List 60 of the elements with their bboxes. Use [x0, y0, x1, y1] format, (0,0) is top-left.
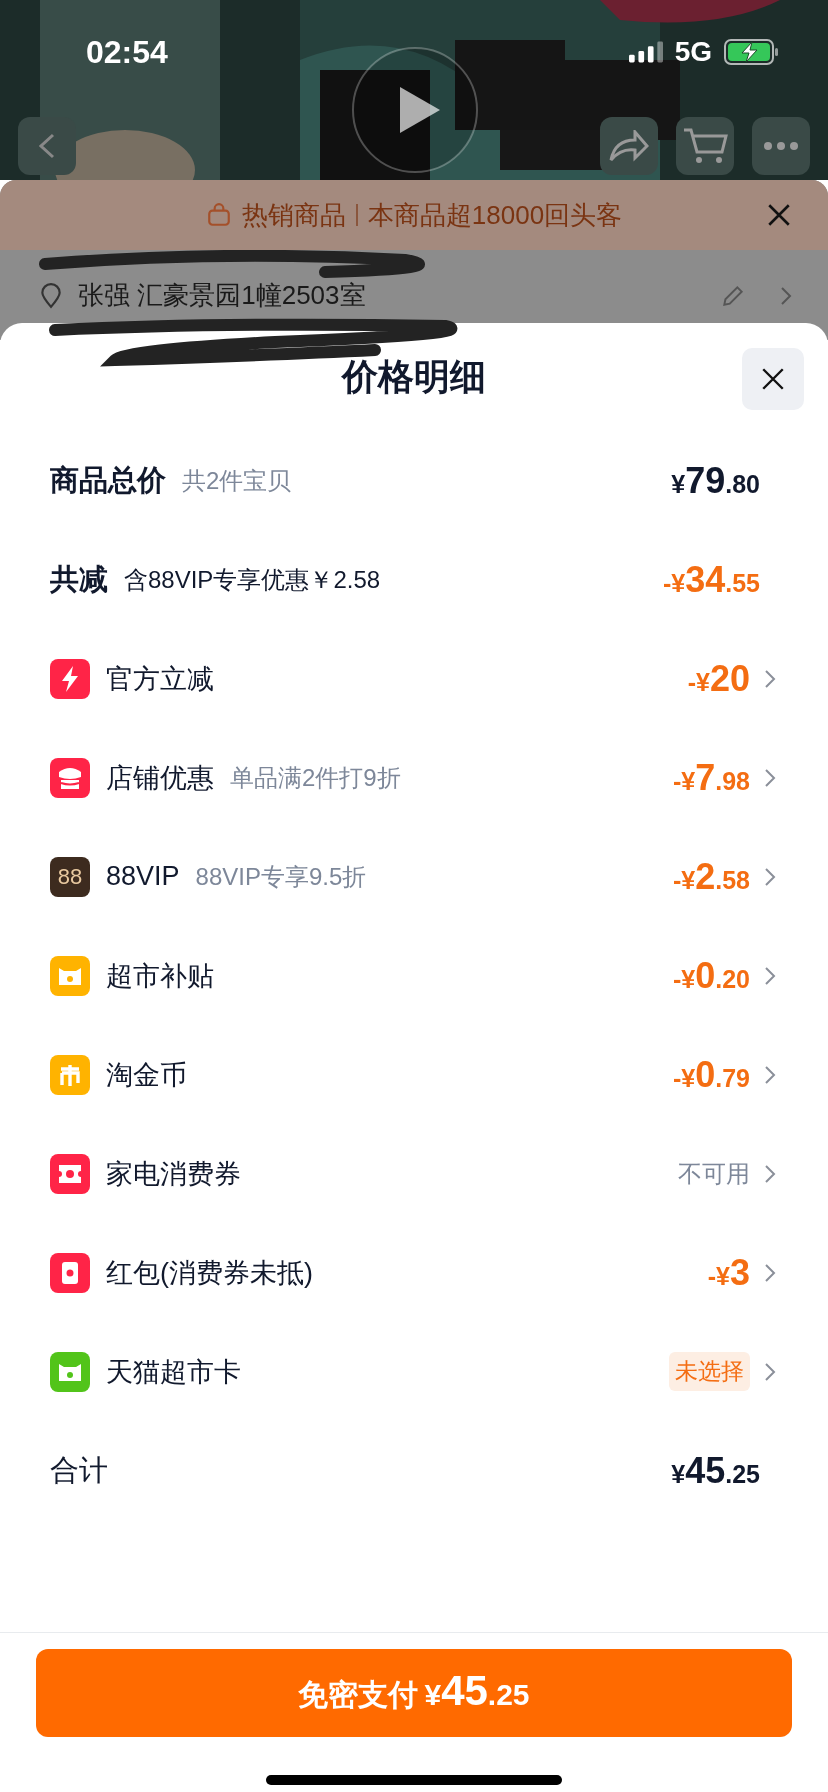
share-button[interactable] — [600, 117, 658, 175]
banner-label: 热销商品 — [241, 198, 346, 232]
row-label: 店铺优惠 — [106, 761, 214, 795]
amount-text: -¥2.58 — [672, 855, 750, 898]
chevron-right-icon — [780, 285, 792, 306]
vip-badge-icon: 88 — [50, 856, 90, 897]
address-bar[interactable]: 张强 汇豪景园1幢2503室 — [0, 250, 828, 313]
signal-icon — [628, 41, 663, 63]
status-time: 02:54 — [86, 34, 168, 71]
row-note: 共2件宝贝 — [182, 465, 292, 496]
chevron-right-icon[interactable] — [764, 767, 776, 788]
amount-text: -¥0.79 — [672, 1053, 750, 1096]
status-text: 不可用 — [678, 1158, 750, 1189]
amount-text: ¥79.80 — [671, 459, 760, 502]
close-icon[interactable] — [766, 202, 792, 228]
more-icon[interactable] — [763, 141, 799, 151]
chevron-right-icon[interactable] — [764, 1361, 776, 1382]
back-icon[interactable] — [39, 133, 55, 159]
row-label: 共减 — [50, 561, 108, 597]
row-note: 含88VIP专享优惠￥2.58 — [124, 564, 381, 595]
share-icon[interactable] — [609, 130, 649, 162]
chevron-right-icon[interactable] — [764, 1262, 776, 1283]
play-icon[interactable] — [350, 45, 480, 175]
sheet-title: 价格明细 — [342, 354, 486, 399]
chevron-right-icon[interactable] — [764, 668, 776, 689]
close-icon[interactable] — [760, 366, 786, 392]
row-label: 88VIP — [106, 861, 180, 892]
amount-text: -¥7.98 — [672, 756, 750, 799]
address-text: 张强 汇豪景园1幢2503室 — [78, 279, 366, 312]
row-label: 天猫超市卡 — [106, 1355, 241, 1389]
amount-text: -¥20 — [687, 657, 750, 700]
total-label: 合计 — [50, 1452, 108, 1488]
total-amount: ¥45.25 — [671, 1449, 760, 1492]
chevron-right-icon[interactable] — [764, 965, 776, 986]
bag-icon — [205, 202, 232, 228]
network-label: 5G — [674, 36, 712, 68]
amount-text: -¥34.55 — [662, 558, 760, 601]
more-button[interactable] — [752, 117, 810, 175]
row-note: 88VIP专享9.5折 — [195, 861, 367, 892]
chevron-right-icon[interactable] — [764, 866, 776, 887]
close-button[interactable] — [742, 348, 804, 410]
banner-text: 本商品超18000回头客 — [367, 198, 623, 232]
chevron-right-icon[interactable] — [764, 1064, 776, 1085]
row-label: 官方立减 — [106, 662, 214, 696]
back-button[interactable] — [18, 117, 76, 175]
status-tag: 未选择 — [669, 1352, 750, 1391]
row-label: 商品总价 — [50, 462, 166, 498]
cart-icon[interactable] — [682, 128, 728, 164]
location-pin-icon — [38, 282, 64, 309]
pay-button[interactable]: 免密支付 ¥45.25 — [36, 1649, 792, 1737]
row-note: 单品满2件打9折 — [230, 762, 401, 793]
battery-charging-icon — [724, 39, 780, 65]
amount-text: -¥0.20 — [672, 954, 750, 997]
chevron-right-icon[interactable] — [764, 1163, 776, 1184]
row-label: 淘金币 — [106, 1058, 187, 1092]
row-label: 红包(消费券未抵) — [106, 1256, 313, 1290]
row-label: 家电消费券 — [106, 1157, 241, 1191]
cart-button[interactable] — [676, 117, 734, 175]
row-label: 超市补贴 — [106, 959, 214, 993]
amount-text: -¥3 — [707, 1251, 750, 1294]
